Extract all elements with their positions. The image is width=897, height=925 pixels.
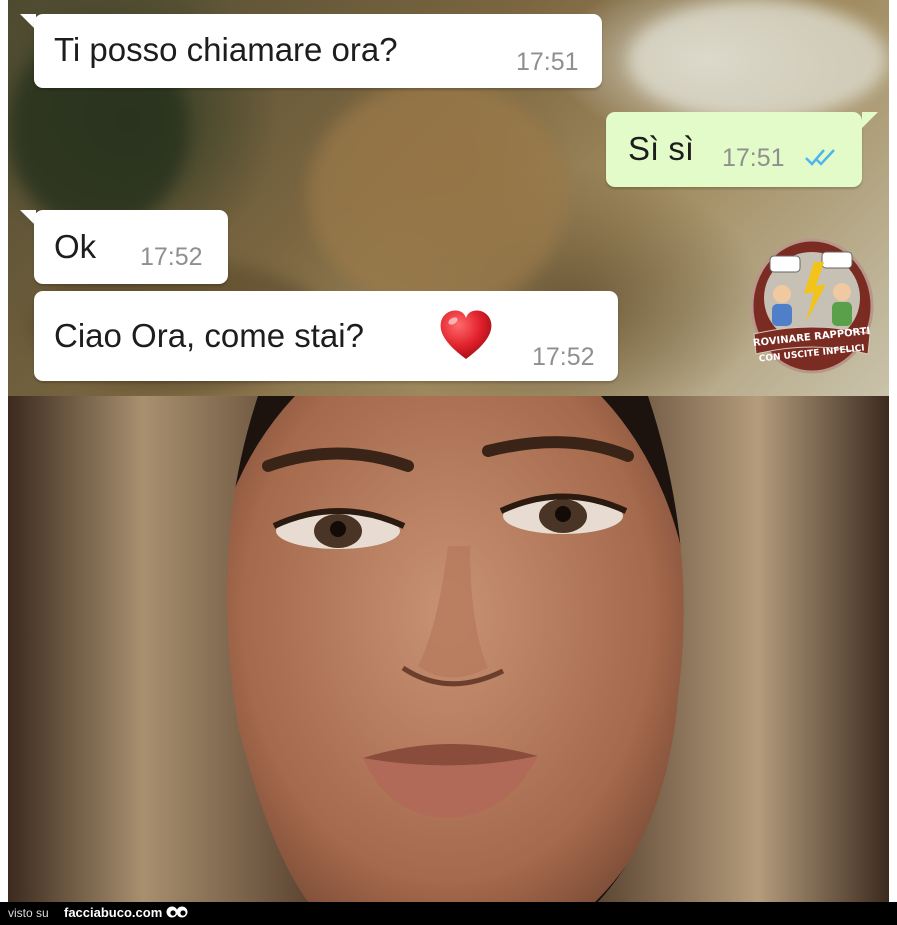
message-time: 17:52 (140, 243, 203, 271)
seen-on-label: visto su (8, 906, 49, 920)
message-bubble-incoming[interactable]: Ciao Ora, come stai? 17:52 (34, 291, 618, 381)
message-time: 17:52 (532, 343, 595, 371)
message-time: 17:51 (516, 48, 579, 76)
footer-bar: visto su facciabuco.com (0, 902, 897, 925)
eyes-icon (166, 906, 188, 918)
site-link[interactable]: facciabuco.com (64, 905, 162, 920)
red-heart-icon (440, 310, 492, 359)
message-text: Ti posso chiamare ora? (54, 31, 398, 68)
bubble-tail (862, 112, 878, 128)
message-text: Sì sì (628, 130, 695, 167)
face-illustration (8, 396, 889, 902)
message-bubble-incoming[interactable]: Ti posso chiamare ora? 17:51 (34, 14, 602, 88)
double-check-icon (805, 149, 835, 166)
message-text: Ciao Ora, come stai? (54, 317, 364, 354)
message-bubble-outgoing[interactable]: Sì sì 17:51 (606, 112, 862, 187)
sticker-logo: ROVINARE RAPPORTI CON USCITE INFELICI (750, 238, 874, 374)
chat-panel: Ti posso chiamare ora? 17:51 Sì sì 17:51… (8, 0, 889, 396)
message-text: Ok (54, 228, 97, 265)
message-bubble-incoming[interactable]: Ok 17:52 (34, 210, 228, 284)
reaction-photo (8, 396, 889, 902)
message-time: 17:51 (722, 144, 785, 172)
